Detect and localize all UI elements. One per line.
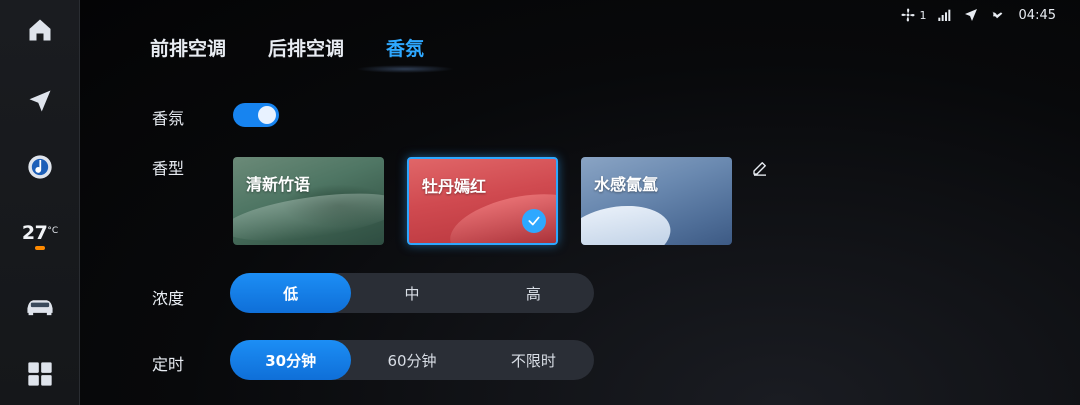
seat-climate-icon: [991, 11, 1002, 19]
temperature-display[interactable]: 27°C: [18, 222, 62, 262]
tab-fragrance[interactable]: 香氛: [356, 34, 455, 73]
toggle-knob: [258, 106, 276, 124]
concentration-selector: 低 中 高: [230, 273, 594, 313]
timer-selector: 30分钟 60分钟 不限时: [230, 340, 594, 380]
main-panel: 1 04:45 前排空调 后排空调 香氛 香氛 香型 清新竹语 牡丹嫣红 水感氤…: [80, 0, 1080, 405]
navigation-arrow-icon: [29, 90, 51, 112]
scent-card-water-mist[interactable]: 水感氤氲: [581, 157, 732, 245]
tab-rear-climate[interactable]: 后排空调: [268, 34, 344, 73]
temperature-indicator: [35, 246, 45, 250]
scent-card-bamboo[interactable]: 清新竹语: [233, 157, 384, 245]
left-rail: 27°C: [0, 0, 80, 405]
concentration-option-low[interactable]: 低: [230, 273, 352, 313]
timer-option-unlimited[interactable]: 不限时: [473, 340, 594, 380]
fragrance-toggle[interactable]: [233, 103, 279, 127]
car-icon: [27, 300, 53, 316]
tab-front-climate[interactable]: 前排空调: [150, 34, 226, 73]
status-bar: 1 04:45: [900, 6, 1056, 24]
vehicle-button[interactable]: [18, 284, 62, 328]
music-button[interactable]: [18, 145, 62, 189]
concentration-option-high[interactable]: 高: [473, 273, 594, 313]
fragrance-label: 香氛: [152, 109, 185, 128]
concentration-option-medium[interactable]: 中: [351, 273, 472, 313]
scent-card-label: 牡丹嫣红: [422, 177, 487, 196]
scent-type-label: 香型: [152, 159, 185, 178]
selected-check-icon: [522, 209, 546, 233]
location-arrow-icon: [964, 9, 977, 21]
temperature-value: 27: [21, 222, 48, 244]
apps-button[interactable]: [18, 352, 62, 396]
edit-pencil-icon[interactable]: [751, 159, 769, 177]
fan-level: 1: [919, 8, 927, 22]
scent-card-label: 水感氤氲: [594, 175, 659, 194]
app-grid-icon: [28, 362, 52, 386]
timer-option-60min[interactable]: 60分钟: [351, 340, 472, 380]
scent-card-label: 清新竹语: [246, 175, 311, 194]
concentration-label: 浓度: [152, 289, 185, 308]
home-button[interactable]: [18, 8, 62, 52]
card-texture: [581, 197, 676, 245]
climate-tabs: 前排空调 后排空调 香氛: [150, 34, 455, 73]
temperature-unit: °C: [47, 226, 59, 236]
signal-icon: [937, 9, 950, 21]
clock: 04:45: [1018, 7, 1056, 23]
fan-icon: [900, 8, 915, 22]
timer-option-30min[interactable]: 30分钟: [230, 340, 352, 380]
music-disc-icon: [28, 155, 52, 179]
timer-label: 定时: [152, 355, 185, 374]
home-icon: [29, 19, 51, 41]
scent-card-peony[interactable]: 牡丹嫣红: [407, 157, 558, 245]
navigation-button[interactable]: [18, 79, 62, 123]
